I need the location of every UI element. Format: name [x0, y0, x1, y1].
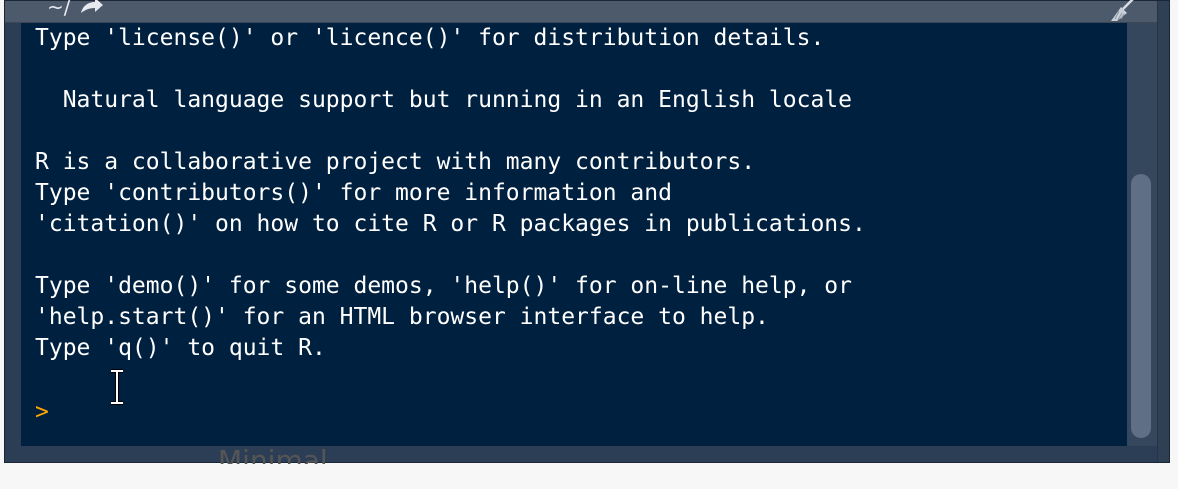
- console-output: Type 'license()' or 'licence()' for dist…: [35, 23, 866, 364]
- console-output-line: Type 'q()' to quit R.: [35, 335, 326, 361]
- console-panel[interactable]: Type 'license()' or 'licence()' for dist…: [21, 23, 1157, 446]
- below-pane-text: Minimal: [218, 444, 328, 464]
- pane-splitter[interactable]: [1157, 1, 1169, 462]
- console-output-line: R is a collaborative project with many c…: [35, 149, 756, 175]
- console-output-line: 'citation()' on how to cite R or R packa…: [35, 211, 866, 237]
- console-output-line: Type 'contributors()' for more informati…: [35, 180, 672, 206]
- console-header: ~/: [5, 0, 1157, 23]
- console-output-line: Type 'license()' or 'licence()' for dist…: [35, 25, 825, 51]
- working-directory-path[interactable]: ~/: [47, 0, 71, 19]
- console-output-line: Natural language support but running in …: [35, 87, 852, 113]
- text-cursor-icon: [111, 369, 123, 405]
- go-to-directory-icon[interactable]: [77, 0, 105, 17]
- console-input[interactable]: [69, 397, 1069, 428]
- console-output-line: Type 'demo()' for some demos, 'help()' f…: [35, 273, 852, 299]
- console-window: ~/ Type 'license()' or 'licence()' for d…: [4, 0, 1170, 463]
- prompt-symbol: >: [35, 399, 49, 425]
- broom-icon[interactable]: [1109, 0, 1139, 21]
- console-prompt-line[interactable]: >: [35, 397, 1069, 428]
- console-output-line: 'help.start()' for an HTML browser inter…: [35, 304, 769, 330]
- console-scrollbar-thumb[interactable]: [1131, 174, 1151, 438]
